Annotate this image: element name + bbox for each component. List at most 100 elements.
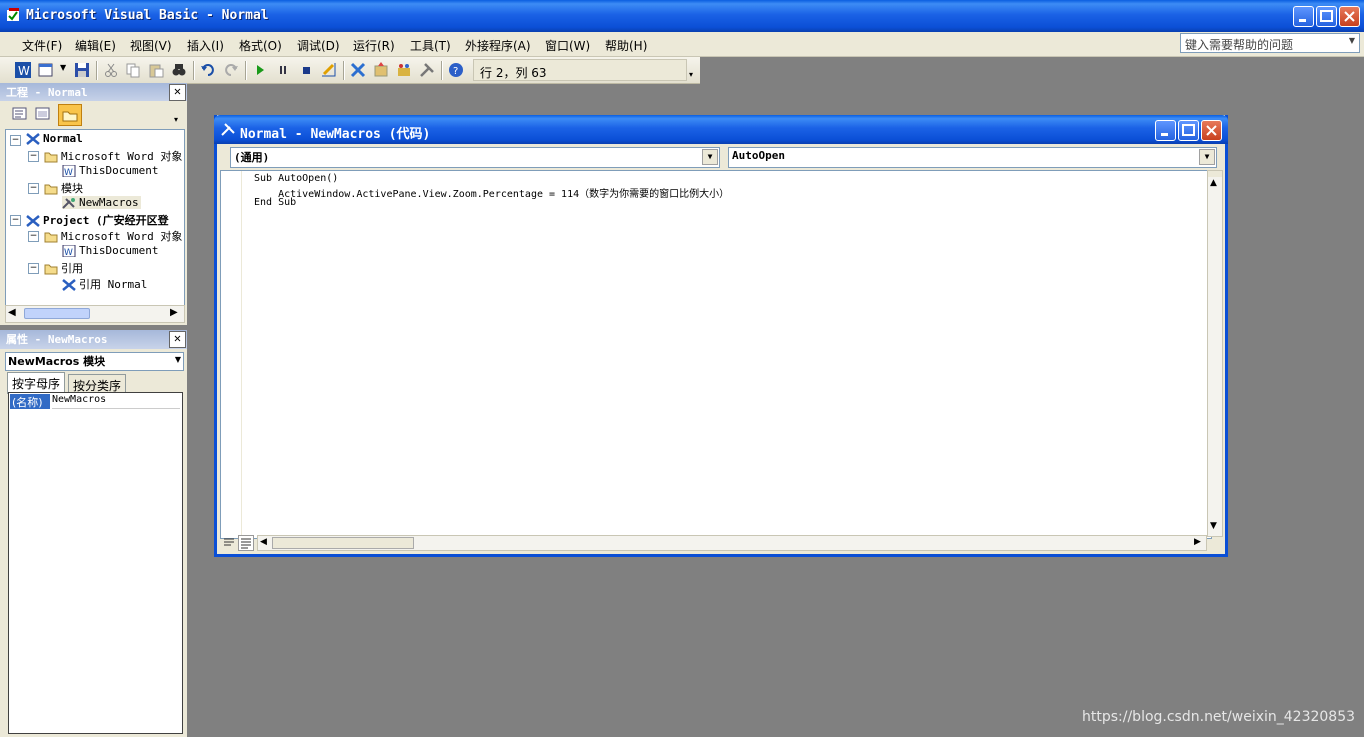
tree-node-word-objects-2[interactable]: Microsoft Word 对象	[44, 228, 182, 244]
split-bar[interactable]	[1208, 171, 1222, 177]
minimize-button[interactable]	[1293, 6, 1314, 27]
menu-edit[interactable]: 编辑(E)	[75, 37, 116, 54]
find-icon[interactable]	[171, 62, 187, 78]
code-window-title-bar[interactable]: Normal - NewMacros (代码)	[214, 115, 1228, 144]
tree-node-thisdocument-2[interactable]: W ThisDocument	[62, 244, 158, 257]
code-line-1[interactable]: Sub AutoOpen()	[254, 173, 338, 184]
word-view-icon[interactable]: W	[15, 62, 31, 78]
chevron-right-icon[interactable]: ▶	[170, 307, 178, 318]
code-vertical-scrollbar[interactable]: ▲ ▼	[1207, 170, 1223, 537]
insert-module-icon[interactable]	[38, 62, 54, 78]
chevron-down-icon[interactable]: ▼	[1210, 521, 1217, 531]
scrollbar-thumb[interactable]	[272, 537, 414, 549]
maximize-button[interactable]	[1316, 6, 1337, 27]
property-name[interactable]: (名称)	[10, 394, 50, 409]
toolbar-options-icon[interactable]: ▾	[689, 70, 693, 79]
folder-icon	[44, 232, 58, 243]
procedure-view-button[interactable]	[221, 535, 237, 551]
stop-icon[interactable]	[298, 62, 314, 78]
object-combo[interactable]: (通用) ▼	[230, 147, 720, 168]
help-icon[interactable]: ?	[448, 62, 464, 78]
procedure-combo[interactable]: AutoOpen ▼	[728, 147, 1217, 168]
tree-node-thisdocument[interactable]: W ThisDocument	[62, 164, 158, 177]
tab-categorized[interactable]: 按分类序	[68, 374, 127, 394]
redo-icon[interactable]	[223, 62, 239, 78]
toolbox-icon[interactable]	[419, 62, 435, 78]
chevron-left-icon[interactable]: ◀	[8, 307, 16, 318]
vba-project-icon	[62, 279, 76, 291]
tree-node-references[interactable]: 引用	[44, 260, 83, 276]
scrollbar-thumb[interactable]	[24, 308, 90, 319]
collapse-toggle[interactable]: −	[10, 135, 21, 146]
chevron-down-icon[interactable]: ▼	[1346, 36, 1358, 50]
code-editor[interactable]: Sub AutoOpen() ActiveWindow.ActivePane.V…	[220, 170, 1212, 539]
code-close-button[interactable]	[1201, 120, 1222, 141]
properties-window-icon[interactable]	[373, 62, 389, 78]
chevron-left-icon[interactable]: ◀	[260, 537, 267, 547]
collapse-toggle[interactable]: −	[28, 231, 39, 242]
pause-icon[interactable]	[275, 62, 291, 78]
code-line-2[interactable]: ActiveWindow.ActivePane.View.Zoom.Percen…	[254, 185, 729, 200]
margin-indicator-bar[interactable]	[221, 171, 242, 538]
procedure-view-icon	[224, 538, 234, 546]
menu-window[interactable]: 窗口(W)	[545, 37, 590, 54]
view-code-icon[interactable]	[12, 107, 28, 121]
tree-node-newmacros[interactable]: NewMacros	[62, 196, 141, 209]
close-icon[interactable]: ✕	[169, 84, 186, 101]
project-tree-scrollbar[interactable]: ◀ ▶	[5, 305, 185, 323]
code-minimize-button[interactable]	[1155, 120, 1176, 141]
tree-node-project[interactable]: Project (广安经开区登	[26, 212, 169, 228]
menu-view[interactable]: 视图(V)	[130, 37, 172, 54]
object-browser-icon[interactable]	[396, 62, 412, 78]
undo-icon[interactable]	[200, 62, 216, 78]
tab-alphabetic[interactable]: 按字母序	[7, 372, 66, 394]
properties-panel-header[interactable]: 属性 - NewMacros ✕	[0, 330, 187, 349]
menu-run[interactable]: 运行(R)	[353, 37, 395, 54]
project-explorer-icon[interactable]	[350, 62, 366, 78]
design-mode-icon[interactable]	[321, 62, 337, 78]
menu-tools[interactable]: 工具(T)	[410, 37, 451, 54]
tree-node-normal[interactable]: Normal	[26, 132, 83, 145]
collapse-toggle[interactable]: −	[10, 215, 21, 226]
menu-format[interactable]: 格式(O)	[239, 37, 282, 54]
close-icon[interactable]: ✕	[169, 331, 186, 348]
object-select[interactable]: NewMacros 模块 ▼	[5, 352, 184, 371]
menu-insert[interactable]: 插入(I)	[187, 37, 224, 54]
help-search-placeholder: 键入需要帮助的问题	[1185, 38, 1294, 52]
save-icon[interactable]	[74, 62, 90, 78]
chevron-down-icon[interactable]: ▼	[60, 63, 66, 72]
close-button[interactable]	[1339, 6, 1360, 27]
collapse-toggle[interactable]: −	[28, 151, 39, 162]
collapse-toggle[interactable]: −	[28, 263, 39, 274]
chevron-down-icon[interactable]: ▼	[702, 149, 718, 165]
full-module-view-button[interactable]	[238, 535, 254, 551]
code-maximize-button[interactable]	[1178, 120, 1199, 141]
chevron-down-icon[interactable]: ▾	[174, 115, 178, 124]
folder-icon	[44, 184, 58, 195]
chevron-down-icon[interactable]: ▼	[1199, 149, 1215, 165]
chevron-up-icon[interactable]: ▲	[1210, 178, 1217, 188]
menu-help[interactable]: 帮助(H)	[605, 37, 647, 54]
tree-node-word-objects[interactable]: Microsoft Word 对象	[44, 148, 182, 164]
paste-icon[interactable]	[148, 62, 164, 78]
property-value[interactable]: NewMacros	[52, 394, 180, 409]
main-title-bar[interactable]: Microsoft Visual Basic - Normal	[0, 0, 1364, 32]
project-panel-header[interactable]: 工程 - Normal ✕	[0, 83, 187, 102]
view-object-icon[interactable]	[35, 107, 51, 121]
copy-icon[interactable]	[125, 62, 141, 78]
menu-addins[interactable]: 外接程序(A)	[465, 37, 531, 54]
tree-node-modules[interactable]: 模块	[44, 180, 83, 196]
code-horizontal-scrollbar[interactable]: ◀ ▶	[257, 535, 1207, 551]
properties-panel-title: 属性 - NewMacros	[6, 333, 108, 346]
cut-icon[interactable]	[103, 62, 119, 78]
help-search-input[interactable]: 键入需要帮助的问题 ▼	[1180, 33, 1360, 53]
code-line-3[interactable]: End Sub	[254, 197, 296, 208]
menu-file[interactable]: 文件(F)	[22, 37, 62, 54]
toggle-folders-button[interactable]	[58, 104, 82, 126]
chevron-right-icon[interactable]: ▶	[1194, 537, 1201, 547]
chevron-down-icon[interactable]: ▼	[175, 355, 181, 364]
tree-node-reference-normal[interactable]: 引用 Normal	[62, 276, 147, 292]
menu-debug[interactable]: 调试(D)	[297, 37, 340, 54]
run-icon[interactable]	[252, 62, 268, 78]
collapse-toggle[interactable]: −	[28, 183, 39, 194]
